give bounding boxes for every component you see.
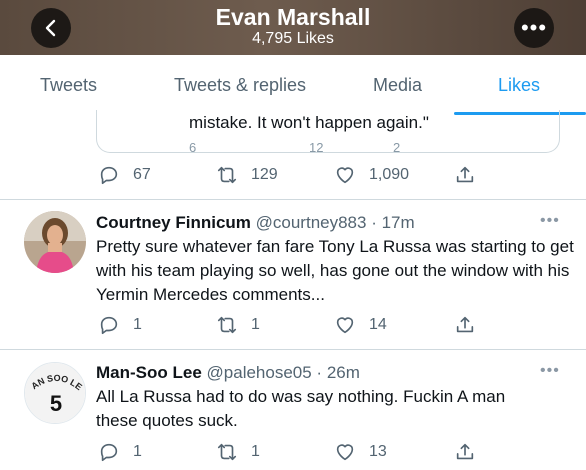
retweet-count: 1 [251, 443, 260, 460]
share-action[interactable] [454, 164, 476, 186]
quoted-reply-count: 6 [189, 140, 197, 153]
more-icon: ••• [520, 15, 548, 40]
reply-action[interactable]: 1 [98, 441, 142, 463]
tweet-author-line: Man-Soo Lee @palehose05 · 26m [96, 363, 360, 383]
timestamp[interactable]: 17m [382, 213, 415, 232]
heart-icon [336, 317, 354, 334]
retweet-action[interactable]: 129 [216, 164, 278, 186]
retweet-icon [217, 166, 237, 184]
display-name[interactable]: Courtney Finnicum [96, 213, 251, 232]
share-icon [456, 166, 474, 183]
reply-icon [100, 443, 118, 462]
like-count: 1,090 [369, 166, 410, 183]
profile-tabs: Tweets Tweets & replies Media Likes [0, 55, 586, 115]
share-icon [456, 316, 474, 333]
tab-tweets[interactable]: Tweets [40, 75, 97, 96]
retweet-icon [217, 316, 237, 334]
share-action[interactable] [454, 441, 476, 463]
like-count: 14 [369, 316, 387, 333]
heart-icon [336, 167, 354, 184]
avatar-jersey-number: 5 [50, 391, 62, 416]
quoted-retweet-count: 12 [309, 140, 324, 153]
retweet-action[interactable]: 1 [216, 314, 260, 336]
profile-header: Evan Marshall 4,795 Likes ••• [0, 0, 586, 55]
retweet-count: 129 [251, 166, 278, 183]
quoted-tweet-card[interactable]: mistake. It won't happen again." 6 12 2 [96, 110, 560, 153]
like-action[interactable]: 1,090 [334, 164, 409, 186]
heart-icon [336, 444, 354, 461]
tab-likes[interactable]: Likes [498, 75, 540, 96]
tweet-divider [0, 199, 586, 200]
tweet-menu-icon[interactable]: ••• [540, 362, 560, 380]
retweet-action[interactable]: 1 [216, 441, 260, 463]
likes-count: 4,795 Likes [252, 30, 334, 47]
tweet-text: All La Russa had to do was say nothing. … [96, 387, 506, 430]
handle[interactable]: @courtney883 [256, 213, 367, 232]
avatar-photo [24, 211, 86, 273]
tweet-divider [0, 349, 586, 350]
profile-name: Evan Marshall [215, 4, 371, 30]
more-button[interactable]: ••• [514, 8, 554, 48]
reply-action[interactable]: 1 [98, 314, 142, 336]
reply-icon [100, 316, 118, 335]
display-name[interactable]: Man-Soo Lee [96, 363, 202, 382]
handle[interactable]: @palehose05 [207, 363, 312, 382]
retweet-count: 1 [251, 316, 260, 333]
reply-count: 1 [133, 443, 142, 460]
reply-action[interactable]: 67 [98, 164, 151, 186]
quoted-like-count: 2 [393, 140, 401, 153]
tab-media[interactable]: Media [373, 75, 422, 96]
tweet-menu-icon[interactable]: ••• [540, 212, 560, 230]
retweet-icon [217, 443, 237, 461]
separator: · [366, 213, 382, 232]
avatar[interactable]: MAN SOO LEE 5 [24, 362, 86, 424]
reply-count: 67 [133, 166, 151, 183]
timestamp[interactable]: 26m [327, 363, 360, 382]
share-icon [456, 443, 474, 460]
reply-count: 1 [133, 316, 142, 333]
quoted-tweet-text: mistake. It won't happen again." [189, 113, 429, 132]
like-action[interactable]: 13 [334, 441, 387, 463]
avatar-jersey: MAN SOO LEE 5 [25, 363, 85, 423]
share-action[interactable] [454, 314, 476, 336]
tweet-author-line: Courtney Finnicum @courtney883 · 17m [96, 213, 415, 233]
avatar[interactable] [24, 211, 86, 273]
separator: · [311, 363, 327, 382]
reply-icon [100, 166, 118, 185]
tweet-text: Pretty sure whatever fan fare Tony La Ru… [96, 237, 574, 304]
like-action[interactable]: 14 [334, 314, 387, 336]
tab-tweets-replies[interactable]: Tweets & replies [174, 75, 306, 96]
like-count: 13 [369, 443, 387, 460]
